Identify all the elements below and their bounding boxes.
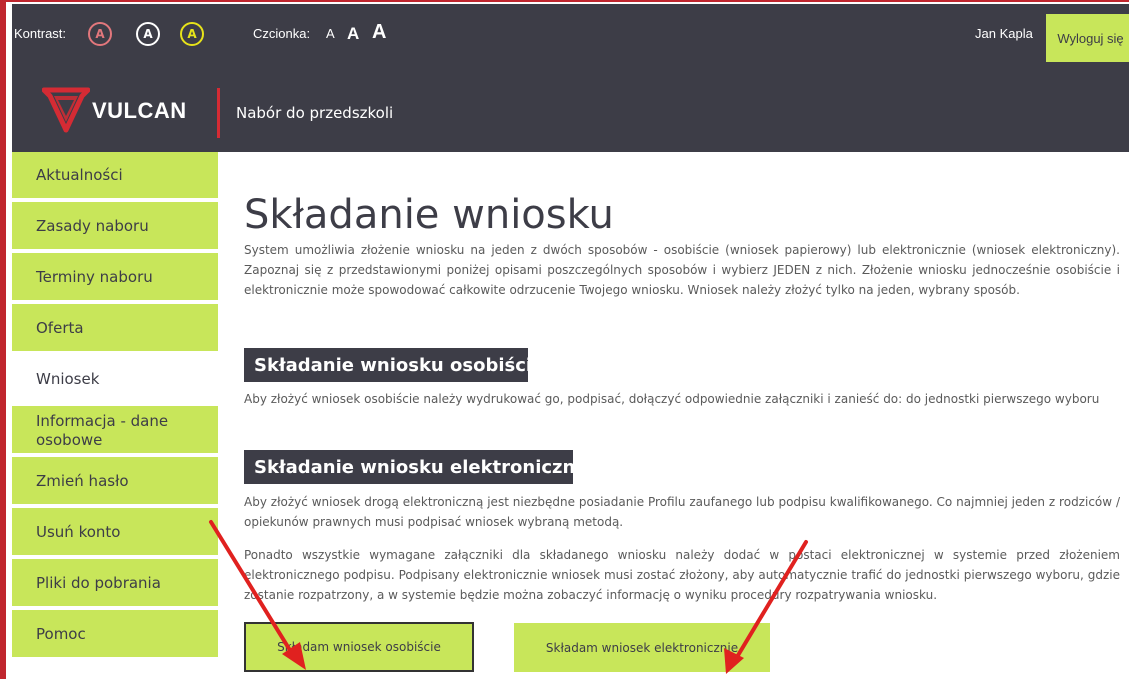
- font-large-button[interactable]: A: [372, 21, 386, 44]
- submit-in-person-button[interactable]: Składam wniosek osobiście: [244, 622, 474, 672]
- section-title-osobiscie: Składanie wniosku osobiście: [244, 348, 544, 382]
- intro-paragraph: System umożliwia złożenie wniosku na jed…: [244, 243, 1120, 297]
- contrast-default-button[interactable]: A: [88, 22, 112, 46]
- sidebar-item-pomoc[interactable]: Pomoc: [12, 610, 218, 657]
- sidebar-item-oferta[interactable]: Oferta: [12, 304, 218, 351]
- sidebar-item-pliki-do-pobrania[interactable]: Pliki do pobrania: [12, 559, 218, 606]
- submit-electronic-button[interactable]: Składam wniosek elektronicznie: [514, 623, 770, 672]
- vulcan-logo[interactable]: VULCAN: [42, 82, 202, 138]
- font-small-button[interactable]: A: [326, 26, 335, 41]
- sidebar-item-terminy-naboru[interactable]: Terminy naboru: [12, 253, 218, 300]
- sidebar-item-zmien-haslo[interactable]: Zmień hasło: [12, 457, 218, 504]
- section-text-elektronicznie-more: Ponadto wszystkie wymagane załączniki dl…: [244, 548, 1120, 602]
- vulcan-logo-icon: [42, 87, 90, 133]
- section-text-osobiscie: Aby złożyć wniosek osobiście należy wydr…: [244, 392, 1100, 406]
- logo-text: VULCAN: [92, 98, 187, 123]
- font-size-label: Czcionka:: [253, 26, 311, 41]
- sidebar-item-informacja-dane-osobowe[interactable]: Informacja - dane osobowe: [12, 406, 218, 453]
- page: Kontrast: A A A Czcionka: A A A Jan Kapl…: [0, 0, 1129, 679]
- contrast-white-button[interactable]: A: [136, 22, 160, 46]
- page-title: Składanie wniosku: [244, 192, 614, 238]
- sidebar-item-usun-konto[interactable]: Usuń konto: [12, 508, 218, 555]
- contrast-yellow-button[interactable]: A: [180, 22, 204, 46]
- sidebar-item-aktualnosci[interactable]: Aktualności: [12, 152, 218, 198]
- contrast-label: Kontrast:: [14, 26, 67, 41]
- top-bar: Kontrast: A A A Czcionka: A A A Jan Kapl…: [12, 4, 1129, 152]
- app-title: Nabór do przedszkoli: [236, 104, 394, 122]
- sidebar-item-zasady-naboru[interactable]: Zasady naboru: [12, 202, 218, 249]
- section-title-elektronicznie: Składanie wniosku elektronicznie: [244, 450, 594, 484]
- font-medium-button[interactable]: A: [347, 24, 359, 44]
- header-divider: [217, 88, 220, 138]
- section-text-elektronicznie: Aby złożyć wniosek drogą elektroniczną j…: [244, 495, 1120, 529]
- sidebar: Aktualności Zasady naboru Terminy naboru…: [12, 152, 218, 661]
- logout-button[interactable]: Wyloguj się: [1046, 14, 1129, 62]
- accessibility-bar: Kontrast: A A A Czcionka: A A A Jan Kapl…: [12, 4, 1129, 68]
- user-name: Jan Kapla: [975, 26, 1033, 41]
- sidebar-item-wniosek[interactable]: Wniosek: [12, 355, 218, 402]
